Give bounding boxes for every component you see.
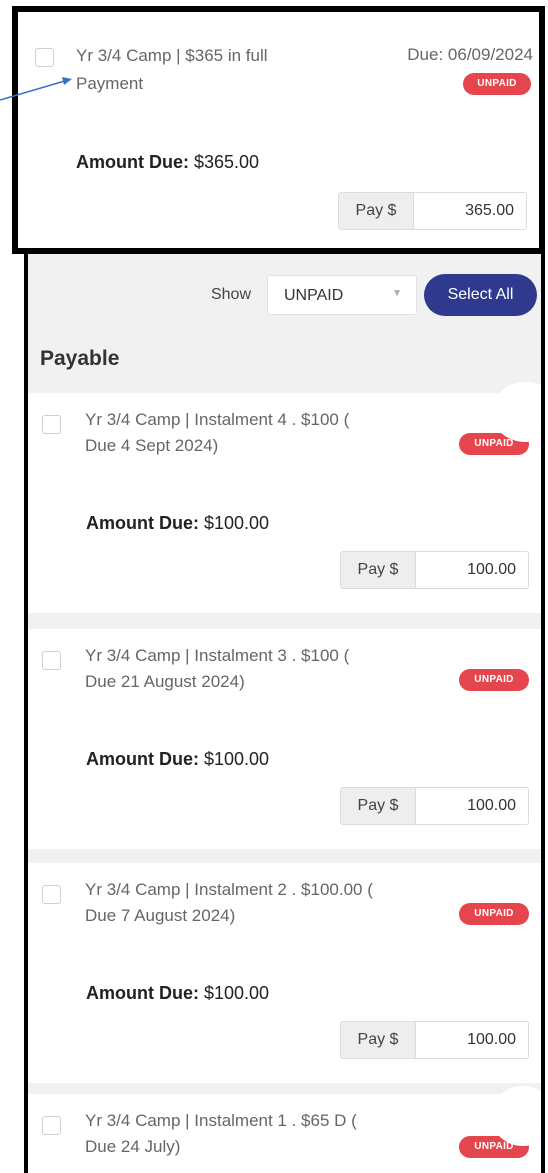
highlighted-payment-callout: Yr 3/4 Camp | $365 in full Payment Due: … (12, 6, 545, 254)
payment-checkbox[interactable] (42, 885, 61, 904)
amount-due-value: $365.00 (194, 152, 260, 172)
amount-due-label: Amount Due: (76, 152, 189, 172)
pay-prefix: Pay $ (341, 1022, 416, 1058)
amount-due-value: $100.00 (204, 983, 270, 1003)
pay-amount-input[interactable]: 100.00 (467, 1031, 516, 1049)
payment-item: Yr 3/4 Camp | Instalment 1 . $65 D ( Due… (28, 1094, 541, 1173)
pay-amount-field[interactable]: Pay $ 100.00 (340, 551, 529, 589)
status-badge: UNPAID (459, 669, 529, 691)
payment-item: Yr 3/4 Camp | Instalment 3 . $100 ( Due … (28, 629, 541, 849)
pay-prefix: Pay $ (341, 788, 416, 824)
status-filter-select[interactable]: UNPAID ▼ (267, 275, 417, 315)
pay-amount-field[interactable]: Pay $ 100.00 (340, 787, 529, 825)
payment-due-date: Due: 06/09/2024 (407, 45, 533, 64)
status-badge: UNPAID (463, 73, 531, 95)
payment-description: Yr 3/4 Camp | Instalment 2 . $100.00 ( D… (85, 880, 373, 925)
payment-description: Yr 3/4 Camp | Instalment 3 . $100 ( Due … (85, 646, 350, 691)
amount-due-label: Amount Due: (86, 513, 199, 533)
pay-amount-input[interactable]: 100.00 (467, 561, 516, 579)
amount-due: Amount Due: $100.00 (86, 983, 269, 1004)
filter-bar: Show UNPAID ▼ Select All (28, 272, 541, 316)
pay-amount-field[interactable]: Pay $ 100.00 (340, 1021, 529, 1059)
pay-prefix: Pay $ (339, 193, 414, 229)
pay-amount-input[interactable]: 365.00 (465, 202, 514, 220)
payments-screen: Show UNPAID ▼ Select All Payable Yr 3/4 … (24, 254, 545, 1173)
payment-checkbox[interactable] (42, 1116, 61, 1135)
payment-description: Yr 3/4 Camp | Instalment 1 . $65 D ( Due… (85, 1111, 357, 1156)
amount-due: Amount Due: $100.00 (86, 749, 269, 770)
pay-prefix: Pay $ (341, 552, 416, 588)
amount-due-label: Amount Due: (86, 983, 199, 1003)
amount-due: Amount Due: $100.00 (86, 513, 269, 534)
pay-amount-input[interactable]: 100.00 (467, 797, 516, 815)
amount-due-value: $100.00 (204, 749, 270, 769)
select-all-button[interactable]: Select All (424, 274, 537, 316)
payment-item: Yr 3/4 Camp | Instalment 4 . $100 ( Due … (28, 393, 541, 613)
payment-description: Yr 3/4 Camp | $365 in full Payment (76, 46, 268, 93)
amount-due-value: $100.00 (204, 513, 270, 533)
annotation-arrow-icon (0, 77, 72, 101)
status-badge: UNPAID (459, 903, 529, 925)
show-label: Show (210, 286, 251, 303)
pay-amount-field[interactable]: Pay $ 365.00 (338, 192, 527, 230)
amount-due: Amount Due: $365.00 (76, 152, 259, 173)
status-filter-value: UNPAID (284, 287, 344, 304)
chevron-down-icon: ▼ (392, 288, 402, 299)
payment-checkbox[interactable] (42, 651, 61, 670)
payment-item: Yr 3/4 Camp | Instalment 2 . $100.00 ( D… (28, 863, 541, 1083)
section-title: Payable (40, 347, 120, 370)
payment-description: Yr 3/4 Camp | Instalment 4 . $100 ( Due … (85, 410, 350, 455)
payment-checkbox[interactable] (42, 415, 61, 434)
amount-due-label: Amount Due: (86, 749, 199, 769)
